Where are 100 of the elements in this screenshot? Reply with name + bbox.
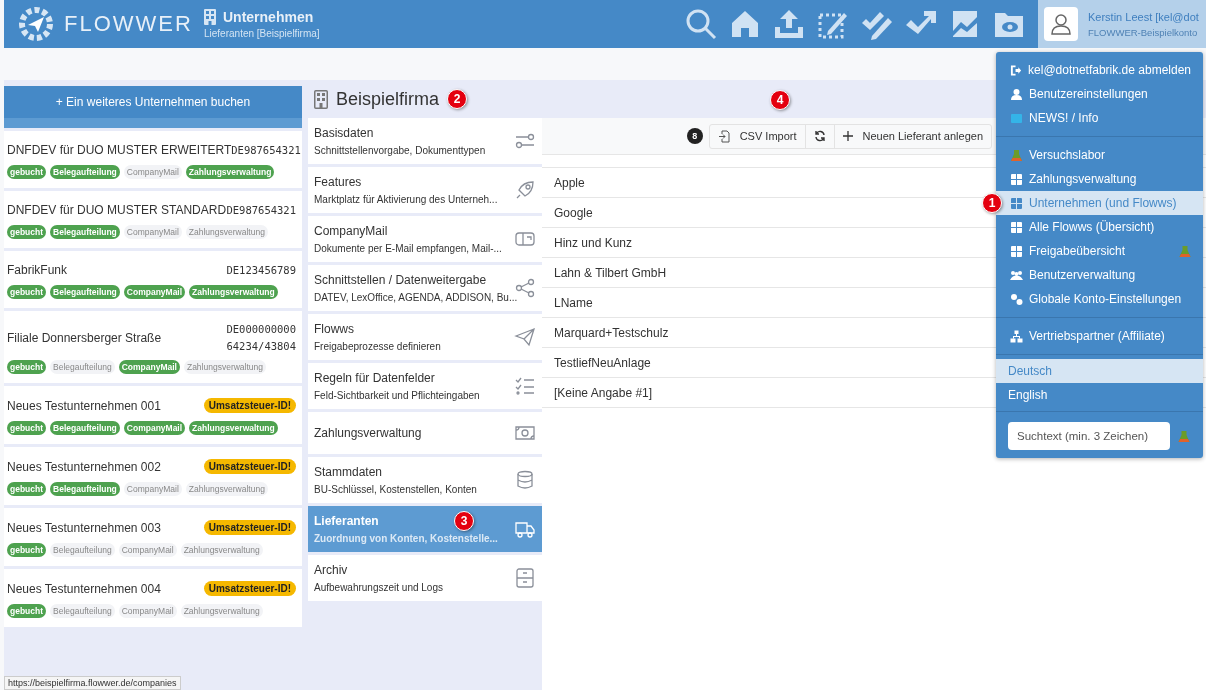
plus-icon: [842, 131, 853, 141]
section-description: Freigabeprozesse definieren: [314, 341, 442, 352]
settings-section-item[interactable]: Regeln für Datenfelder Feld-Sichtbarkeit und Pflichteingaben: [308, 363, 542, 409]
vat-warning-badge: Umsatzsteuer-ID!: [203, 398, 296, 413]
flask-icon: [1010, 148, 1023, 162]
feature-tag: Belegaufteilung: [50, 604, 115, 618]
company-card[interactable]: DNFDEV für DUO MUSTER STANDARDDE987654321 gebucht Belegaufteilung CompanyMail Zahlungsverwaltung: [4, 191, 302, 248]
settings-section-item[interactable]: Stammdaten BU-Schlüssel, Kostenstellen, Konten: [308, 457, 542, 503]
company-card[interactable]: Neues Testunternehmen 001 Umsatzsteuer-ID! gebucht Belegaufteilung CompanyMail Zahlungsverwaltung: [4, 386, 302, 444]
tax-id: DE987654321: [226, 204, 296, 216]
feature-tag: Zahlungsverwaltung: [185, 165, 275, 179]
section-title: Schnittstellen / Datenweitergabe: [314, 273, 487, 287]
logo-wordmark: FLOWWER: [64, 11, 193, 37]
upload-icon[interactable]: [772, 7, 806, 41]
settings-section-item[interactable]: Features Marktplatz für Aktivierung des Unterneh...: [308, 167, 542, 213]
company-card[interactable]: Neues Testunternehmen 002 Umsatzsteuer-ID! gebucht Belegaufteilung CompanyMail Zahlungsverwaltung: [4, 447, 302, 505]
company-card[interactable]: Neues Testunternehmen 003 Umsatzsteuer-ID! gebucht Belegaufteilung CompanyMail Zahlungsverwaltung: [4, 508, 302, 566]
menu-item[interactable]: kel@dotnetfabrik.de abmelden: [996, 58, 1203, 82]
section-title: Stammdaten: [314, 465, 383, 479]
feature-tag: Belegaufteilung: [50, 165, 120, 179]
table-icon: [1010, 220, 1023, 234]
company-name: Neues Testunternehmen 002: [7, 459, 161, 474]
section-description: Aufbewahrungszeit und Logs: [314, 582, 444, 593]
user-icon: [1010, 87, 1023, 101]
archive-icon: [514, 567, 536, 589]
section-title: Basisdaten: [314, 126, 374, 140]
rocket-icon: [514, 179, 536, 201]
company-card[interactable]: Filiale Donnersberger Straße DE000000000 64234/43804 gebucht Belegaufteilung CompanyMail Zahlungsverwaltung: [4, 311, 302, 383]
feature-tag: CompanyMail: [123, 165, 182, 179]
menu-item[interactable]: Vertriebspartner (Affiliate): [996, 324, 1203, 348]
link-url-tooltip: https://beispielfirma.flowwer.de/companies: [4, 676, 181, 690]
company-title: Beispielfirma: [336, 88, 440, 110]
section-description: BU-Schlüssel, Kostenstellen, Konten: [314, 484, 478, 495]
feature-tag: Belegaufteilung: [50, 543, 115, 557]
feature-tag: CompanyMail: [123, 421, 186, 435]
page-subtitle: Lieferanten [Beispielfirma]: [204, 28, 320, 39]
search-icon[interactable]: [684, 7, 718, 41]
feature-tag: gebucht: [7, 225, 47, 239]
sitemap-icon: [1010, 329, 1023, 343]
company-name: DNFDEV für DUO MUSTER ERWEITERT: [7, 143, 232, 157]
csv-import-button[interactable]: CSV Import: [709, 124, 806, 148]
feature-tag: gebucht: [7, 360, 47, 374]
tax-id: 64234/43804: [226, 340, 296, 352]
database-icon: [514, 469, 536, 491]
settings-section-item[interactable]: Flowws Freigabeprozesse definieren: [308, 314, 542, 360]
company-name: FabrikFunk: [7, 263, 68, 277]
section-description: Dokumente per E-Mail empfangen, Mail-...: [314, 243, 503, 254]
user-avatar-icon: [1044, 7, 1078, 41]
menu-item[interactable]: Globale Konto-Einstellungen: [996, 287, 1203, 311]
menu-item[interactable]: Benutzereinstellungen: [996, 82, 1203, 106]
tax-id: DE000000000: [226, 323, 296, 335]
tax-id: DE987654321: [231, 144, 301, 156]
section-title: Archiv: [314, 563, 348, 577]
menu-item[interactable]: Versuchslabor: [996, 143, 1203, 167]
company-name: Neues Testunternehmen 004: [7, 581, 161, 596]
feature-tag: gebucht: [7, 543, 47, 557]
vat-warning-badge: Umsatzsteuer-ID!: [203, 459, 296, 474]
refresh-icon: [813, 130, 826, 142]
feature-tag: Belegaufteilung: [50, 285, 120, 299]
menu-item[interactable]: NEWS! / Info: [996, 106, 1203, 130]
page-title: Unternehmen: [223, 9, 314, 25]
feature-tag: Zahlungsverwaltung: [180, 604, 263, 618]
feature-tag: gebucht: [7, 604, 47, 618]
search-field[interactable]: Suchtext (min. 3 Zeichen): [1008, 422, 1170, 450]
section-title: Regeln für Datenfelder: [314, 371, 435, 385]
menu-item[interactable]: Benutzerverwaltung: [996, 263, 1203, 287]
account-name: FLOWWER-Beispielkonto: [1088, 26, 1199, 38]
settings-section-item[interactable]: Schnittstellen / Datenweitergabe DATEV, LexOffice, AGENDA, ADDISON, Bu...: [308, 265, 542, 311]
company-card[interactable]: FabrikFunk DE123456789 gebucht Belegaufteilung CompanyMail Zahlungsverwaltung: [4, 251, 302, 308]
book-company-button[interactable]: + Ein weiteres Unternehmen buchen: [4, 86, 302, 118]
settings-section-item[interactable]: Archiv Aufbewahrungszeit und Logs: [308, 555, 542, 601]
callout-marker: 4: [770, 90, 790, 110]
feature-tag: gebucht: [7, 482, 47, 496]
callout-marker: 2: [447, 89, 468, 109]
feature-tag: Zahlungsverwaltung: [189, 285, 278, 299]
section-title: Flowws: [314, 322, 354, 336]
add-supplier-button[interactable]: Neuen Lieferant anlegen: [834, 124, 991, 148]
settings-section-item[interactable]: Basisdaten Schnittstellenvorgabe, Dokumenttypen: [308, 118, 542, 164]
company-name: Neues Testunternehmen 003: [7, 520, 161, 535]
company-card[interactable]: DNFDEV für DUO MUSTER ERWEITERTDE987654321 gebucht Belegaufteilung CompanyMail Zahlungsverwaltung: [4, 131, 302, 188]
settings-section-item[interactable]: Zahlungsverwaltung: [308, 412, 542, 454]
feature-tag: gebucht: [7, 165, 47, 179]
feature-tag: CompanyMail: [118, 543, 177, 557]
settings-section-item[interactable]: CompanyMail Dokumente per E-Mail empfangen, Mail-...: [308, 216, 542, 262]
menu-item[interactable]: Zahlungsverwaltung: [996, 167, 1203, 191]
feature-tag: CompanyMail: [118, 604, 177, 618]
feature-tag: Zahlungsverwaltung: [185, 225, 268, 239]
paper-plane-icon: [514, 326, 536, 348]
section-title: Lieferanten: [314, 514, 379, 528]
section-description: Zuordnung von Konten, Kostenstelle...: [314, 533, 499, 544]
vat-warning-badge: Umsatzsteuer-ID!: [203, 520, 296, 535]
company-name: Filiale Donnersberger Straße: [7, 330, 162, 345]
section-description: Marktplatz für Aktivierung des Unterneh...: [314, 194, 499, 205]
user-name: Kerstin Leest [kel@dot: [1088, 10, 1199, 23]
feature-tag: Zahlungsverwaltung: [189, 421, 278, 435]
feature-tag: CompanyMail: [123, 482, 182, 496]
language-option[interactable]: English: [996, 383, 1203, 407]
users-icon: [1010, 268, 1023, 282]
sign-out-icon: [1010, 63, 1023, 77]
company-card[interactable]: Neues Testunternehmen 004 Umsatzsteuer-ID! gebucht Belegaufteilung CompanyMail Zahlungsverwaltung: [4, 569, 302, 627]
